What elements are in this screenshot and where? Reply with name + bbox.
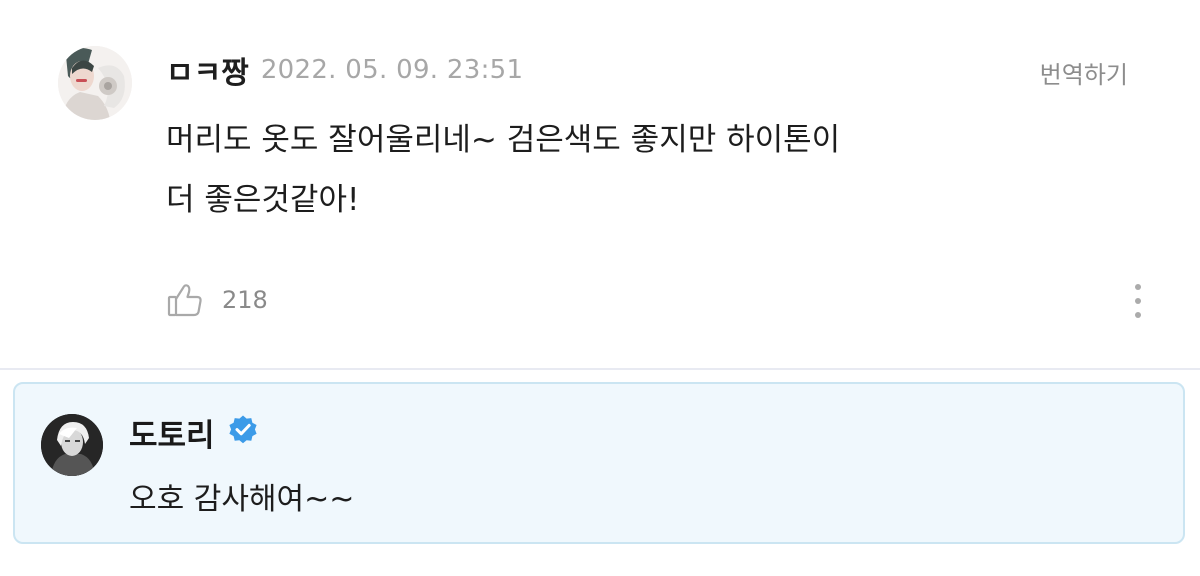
like-button[interactable]: 218	[166, 278, 268, 322]
reply-text: 오호 감사해여~~	[129, 482, 355, 517]
verified-badge-icon	[227, 414, 259, 450]
comment-text: 머리도 옷도 잘어울리네~ 검은색도 좋지만 하이톤이 더 좋은것같아!	[166, 110, 1066, 230]
thumbs-up-icon	[166, 281, 204, 319]
reply-meta: 도토리	[129, 410, 259, 454]
avatar[interactable]	[41, 414, 103, 476]
more-vertical-icon	[1135, 284, 1141, 318]
reply-item: 도토리 오호 감사해여~~	[13, 382, 1185, 544]
like-count: 218	[222, 286, 268, 314]
comment-thread: ㅁㅋ짱 2022. 05. 09. 23:51 번역하기 머리도 옷도 잘어울리…	[0, 0, 1200, 576]
reply-author[interactable]: 도토리	[129, 410, 215, 455]
comment-author[interactable]: ㅁㅋ짱	[166, 48, 249, 92]
comment-text-line: 머리도 옷도 잘어울리네~ 검은색도 좋지만 하이톤이	[166, 122, 841, 158]
comment-meta: ㅁㅋ짱 2022. 05. 09. 23:51	[166, 48, 524, 92]
avatar[interactable]	[58, 46, 132, 120]
comment-timestamp: 2022. 05. 09. 23:51	[260, 55, 524, 85]
comment-text-line: 더 좋은것같아!	[166, 182, 360, 218]
more-options-button[interactable]	[1124, 282, 1152, 322]
divider	[0, 368, 1200, 370]
translate-button[interactable]: 번역하기	[1040, 55, 1128, 90]
comment-item: ㅁㅋ짱 2022. 05. 09. 23:51 번역하기 머리도 옷도 잘어울리…	[0, 0, 1200, 368]
